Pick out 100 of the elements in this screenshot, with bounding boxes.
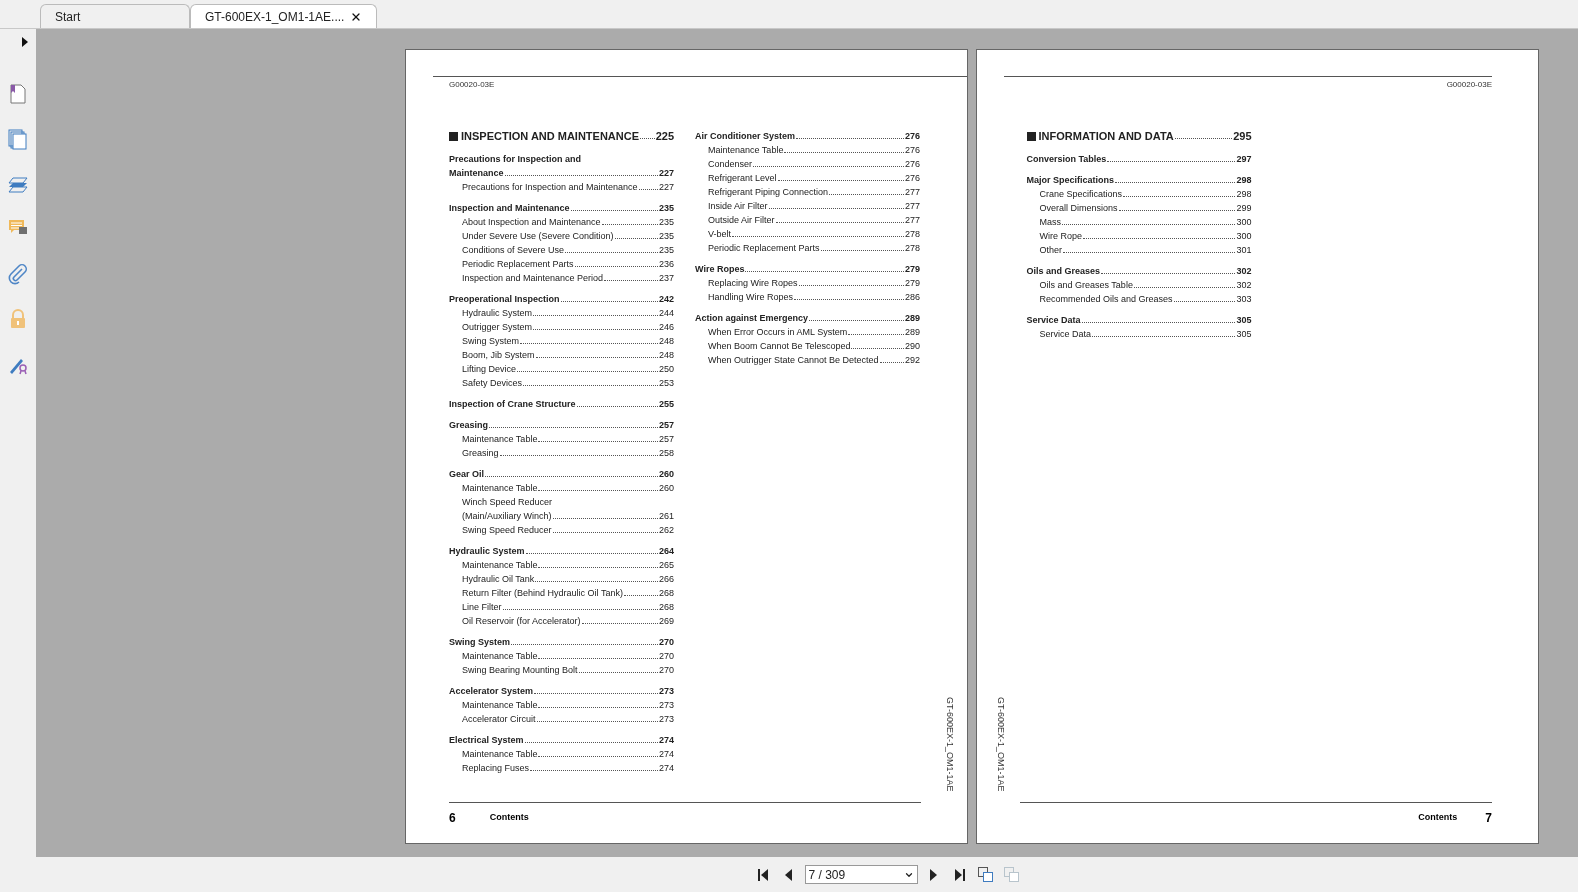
toc-entry: Oils and Greases — [1026, 265, 1101, 278]
toc-entry: Other — [1039, 244, 1062, 257]
toc-entry: Gear Oil — [449, 468, 484, 481]
page-number: 299 — [1236, 202, 1252, 215]
toc-entry: Service Data — [1026, 314, 1081, 327]
toc-entry: Refrigerant Level — [708, 172, 777, 185]
page-number: 276 — [904, 144, 920, 157]
toc-entry: Precautions for Inspection and Maintenance — [462, 181, 638, 194]
page-number: 248 — [658, 335, 674, 348]
document-id: GT-600EX-1_OM1-1AE — [994, 697, 1007, 792]
page-number: 7 — [1485, 810, 1492, 827]
toc-entry: Major Specifications — [1026, 174, 1115, 187]
page-number: 277 — [904, 200, 920, 213]
page-number: 273 — [658, 699, 674, 712]
toc-entry: Condenser — [708, 158, 753, 171]
page-number: 274 — [658, 734, 674, 747]
page-number: 289 — [904, 326, 920, 339]
toc-entry: Boom, Jib System — [462, 349, 535, 362]
page-number: 276 — [904, 130, 920, 143]
toc-entry: Return Filter (Behind Hydraulic Oil Tank) — [462, 587, 623, 600]
page-number: 257 — [658, 433, 674, 446]
view-b-icon — [1004, 867, 1019, 882]
toc-entry: Wire Ropes — [695, 263, 745, 276]
toc-entry: Winch Speed Reducer — [462, 496, 553, 509]
toc-entry: Recommended Oils and Greases — [1039, 293, 1173, 306]
page-number: 235 — [658, 230, 674, 243]
toc-entry: Handling Wire Ropes — [708, 291, 794, 304]
toc-entry: Refrigerant Piping Connection — [708, 186, 829, 199]
document-tab[interactable]: Start — [40, 4, 190, 28]
page-number: 225 — [655, 129, 674, 143]
toc-entry: Action against Emergency — [695, 312, 809, 325]
toc-entry: Accelerator System — [449, 685, 534, 698]
toc-entry: Overall Dimensions — [1039, 202, 1118, 215]
toc-entry: Hydraulic System — [462, 307, 533, 320]
toc-entry: Under Severe Use (Severe Condition) — [462, 230, 614, 243]
page-number: 268 — [658, 587, 674, 600]
bookmark-icon[interactable] — [7, 83, 29, 105]
toc-entry: INFORMATION AND DATA — [1038, 129, 1174, 143]
pages-icon[interactable] — [7, 128, 29, 150]
page-number: 262 — [658, 524, 674, 537]
header-code: G00020-03E — [449, 81, 495, 89]
page-number: 261 — [658, 510, 674, 523]
toc-entry: Electrical System — [449, 734, 524, 747]
page-number: 268 — [658, 601, 674, 614]
toc-entry: Maintenance — [449, 167, 504, 180]
page-number: 235 — [658, 216, 674, 229]
page-number: 286 — [904, 291, 920, 304]
page-number: 303 — [1236, 293, 1252, 306]
previous-icon — [785, 868, 792, 881]
page-number: 298 — [1236, 174, 1252, 187]
page-number: 270 — [658, 636, 674, 649]
toc-entry: Hydraulic System — [449, 545, 525, 558]
toc-entry: Periodic Replacement Parts — [462, 258, 574, 271]
toc-entry: Swing System — [462, 335, 520, 348]
page-number: 277 — [904, 186, 920, 199]
page-number: 253 — [658, 377, 674, 390]
footer-label: Contents — [489, 811, 529, 825]
page-number: 227 — [658, 167, 674, 180]
document-id: GT-600EX-1_OM1-1AE — [943, 697, 956, 792]
page-number: 274 — [658, 762, 674, 775]
page-number: 244 — [658, 307, 674, 320]
toc-entry: Crane Specifications — [1039, 188, 1123, 201]
document-tab[interactable]: GT-600EX-1_OM1-1AE.... — [190, 4, 377, 28]
toc-entry: Maintenance Table — [462, 433, 538, 446]
toc-entry: Air Conditioner System — [695, 130, 795, 143]
toc-entry: (Main/Auxiliary Winch) — [462, 510, 552, 523]
expand-panel-icon[interactable] — [22, 37, 28, 47]
toc-entry: Outrigger System — [462, 321, 533, 334]
page-number: 235 — [658, 244, 674, 257]
paperclip-icon[interactable] — [7, 263, 29, 285]
toc-entry: Inspection and Maintenance Period — [462, 272, 604, 285]
page-number: 302 — [1236, 265, 1252, 278]
toc-entry: Greasing — [462, 447, 499, 460]
page-number: 305 — [1236, 328, 1252, 341]
page-number-field[interactable]: 7 / 309 — [804, 865, 918, 884]
page-number: 237 — [658, 272, 674, 285]
toc-entry: Line Filter — [462, 601, 502, 614]
toc-entry: Inspection and Maintenance — [449, 202, 570, 215]
view-mode-button[interactable] — [975, 864, 996, 885]
page-number: 289 — [904, 312, 920, 325]
toc-entry: About Inspection and Maintenance — [462, 216, 601, 229]
page-number: 276 — [904, 172, 920, 185]
toc-entry: Accelerator Circuit — [462, 713, 536, 726]
page-number: 277 — [904, 214, 920, 227]
toc-entry: Maintenance Table — [462, 699, 538, 712]
page-number: 274 — [658, 748, 674, 761]
page-number: 302 — [1236, 279, 1252, 292]
toc-entry: Outside Air Filter — [708, 214, 775, 227]
page-number: 235 — [658, 202, 674, 215]
page-number: 260 — [658, 482, 674, 495]
page-number: 298 — [1236, 188, 1252, 201]
page-number: 250 — [658, 363, 674, 376]
toc-entry: Replacing Fuses — [462, 762, 530, 775]
page-number: 266 — [658, 573, 674, 586]
page-number: 305 — [1236, 314, 1252, 327]
page-number: 290 — [904, 340, 920, 353]
page-number: 270 — [658, 650, 674, 663]
toc-entry: Service Data — [1039, 328, 1092, 341]
page-number: 301 — [1236, 244, 1252, 257]
toc-entry: Maintenance Table — [462, 482, 538, 495]
